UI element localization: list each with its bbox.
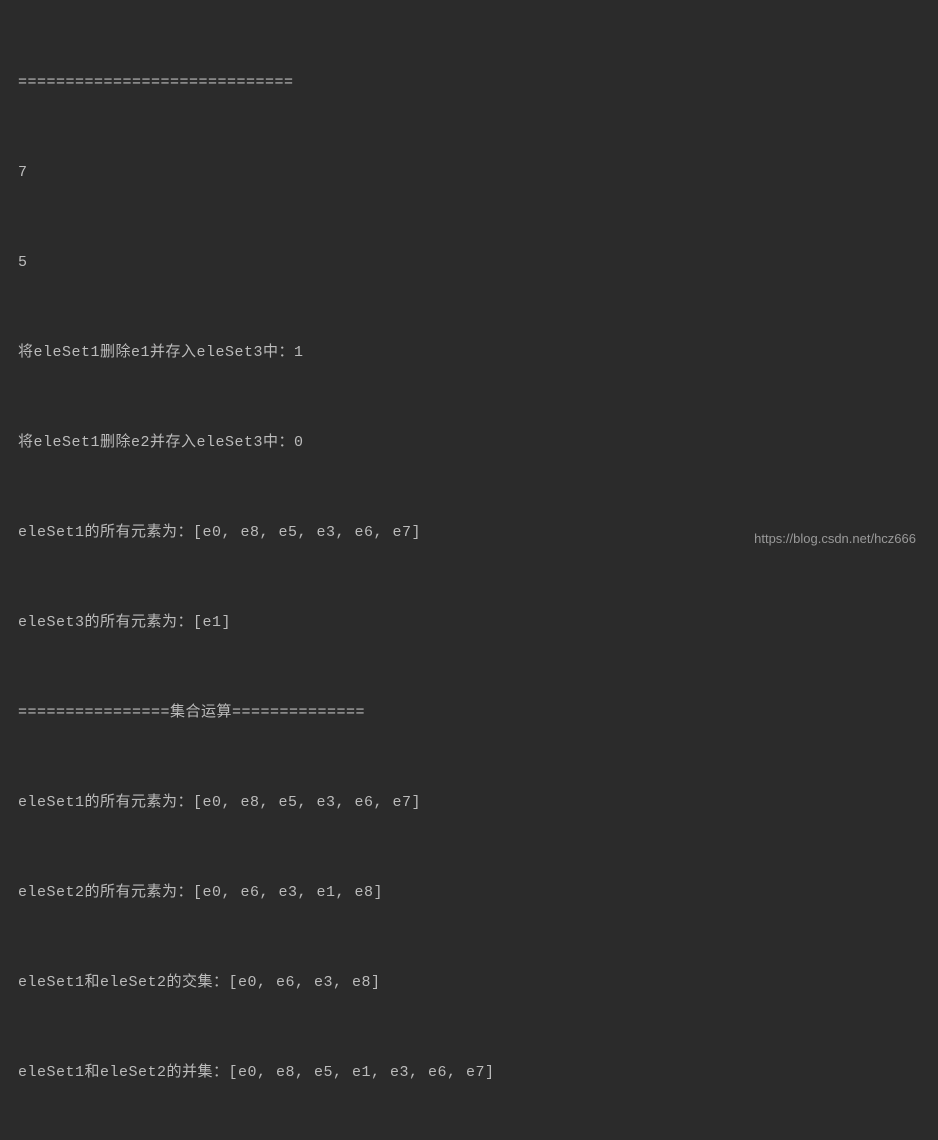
output-line: ============================= — [18, 68, 920, 98]
console-output[interactable]: ============================= 7 5 将eleSe… — [18, 8, 920, 1140]
watermark-text: https://blog.csdn.net/hcz666 — [754, 526, 916, 552]
output-line: 将eleSet1删除e2并存入eleSet3中：0 — [18, 428, 920, 458]
output-line: eleSet1和eleSet2的交集：[e0, e6, e3, e8] — [18, 968, 920, 998]
output-line-with-cursor: eleSet1和eleSet2的并集：[e0, e8, e5, e1, e3, … — [18, 1058, 920, 1088]
output-line: eleSet2的所有元素为：[e0, e6, e3, e1, e8] — [18, 878, 920, 908]
output-line: 将eleSet1删除e1并存入eleSet3中：1 — [18, 338, 920, 368]
output-line: 5 — [18, 248, 920, 278]
output-line: 7 — [18, 158, 920, 188]
output-line: eleSet3的所有元素为：[e1] — [18, 608, 920, 638]
output-line: eleSet1的所有元素为：[e0, e8, e5, e3, e6, e7] — [18, 788, 920, 818]
output-text: eleSet1和eleSet2的并集：[e0, e8, e5, e1, e3, … — [18, 1064, 495, 1081]
output-line: ================集合运算============== — [18, 698, 920, 728]
